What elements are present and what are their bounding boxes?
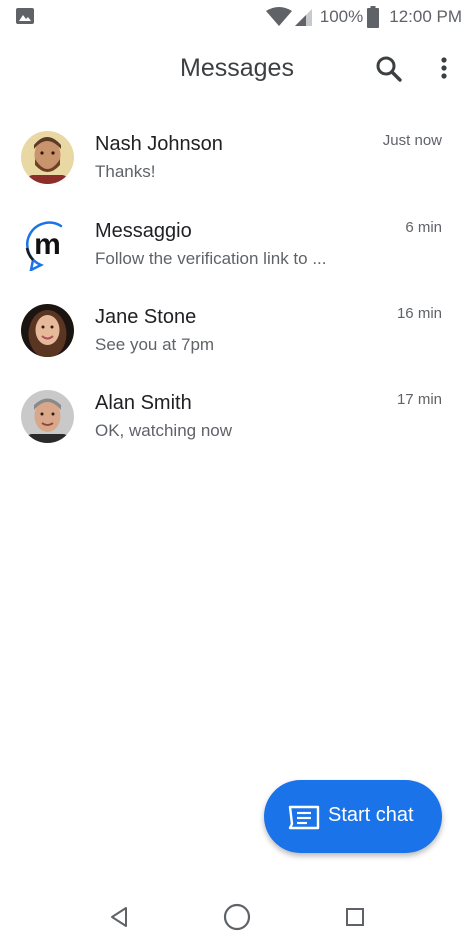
- message-snippet: Follow the verification link to ...: [95, 249, 327, 268]
- avatar: [21, 390, 74, 443]
- conversation-item[interactable]: Jane Stone See you at 7pm 16 min: [0, 291, 474, 377]
- message-icon: [288, 805, 320, 830]
- recents-button[interactable]: [340, 902, 370, 932]
- home-button[interactable]: [222, 902, 252, 932]
- start-chat-button[interactable]: Start chat: [264, 780, 442, 853]
- start-chat-label: Start chat: [328, 804, 414, 826]
- contact-name: Jane Stone: [95, 306, 197, 328]
- conversation-item[interactable]: Nash Johnson Thanks! Just now: [0, 118, 474, 204]
- wifi-icon: [265, 7, 292, 26]
- contact-name: Alan Smith: [95, 392, 192, 414]
- back-button[interactable]: [104, 902, 134, 932]
- search-icon: [376, 56, 402, 82]
- image-notification-icon: [16, 8, 34, 24]
- status-clock: 12:00 PM: [389, 7, 462, 26]
- message-snippet: See you at 7pm: [95, 335, 215, 354]
- battery-icon: [367, 6, 380, 28]
- conversation-item[interactable]: Alan Smith OK, watching now 17 min: [0, 377, 474, 463]
- more-vert-icon: [441, 57, 447, 79]
- system-nav-bar: [0, 890, 474, 948]
- contact-name: Messaggio: [95, 220, 192, 242]
- message-timestamp: 16 min: [396, 305, 442, 322]
- conversation-item[interactable]: m Messaggio Follow the verification link…: [0, 205, 474, 291]
- svg-text:m: m: [34, 228, 61, 261]
- message-timestamp: Just now: [382, 132, 442, 149]
- recents-icon: [346, 908, 364, 926]
- avatar: [21, 304, 74, 357]
- home-icon: [223, 903, 251, 931]
- contact-name: Nash Johnson: [95, 133, 223, 155]
- message-timestamp: 6 min: [405, 219, 442, 236]
- message-snippet: Thanks!: [95, 162, 156, 181]
- message-snippet: OK, watching now: [95, 421, 233, 440]
- more-options-button[interactable]: [432, 54, 456, 84]
- app-bar: Messages: [0, 42, 474, 98]
- avatar: [21, 131, 74, 184]
- status-bar: 100% 12:00 PM: [0, 0, 474, 34]
- messaggio-logo-icon: m: [21, 218, 74, 273]
- message-timestamp: 17 min: [396, 391, 442, 408]
- search-button[interactable]: [374, 54, 404, 84]
- back-icon: [111, 907, 127, 927]
- battery-percentage: 100%: [319, 7, 364, 26]
- cell-signal-icon: [294, 9, 312, 26]
